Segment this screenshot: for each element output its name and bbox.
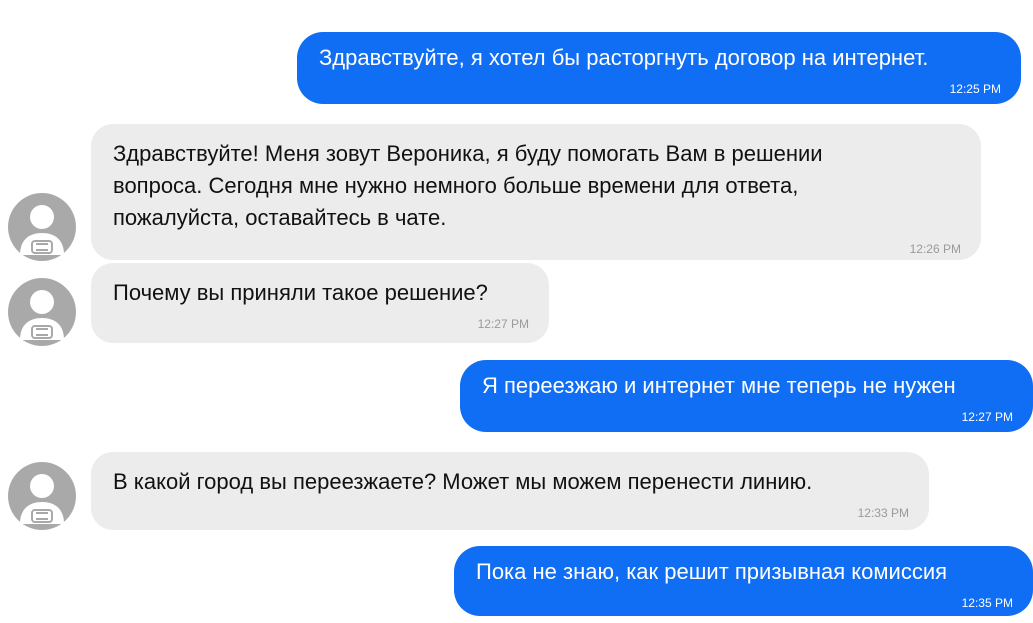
agent-avatar-icon [8,462,76,530]
chat-window: Здравствуйте, я хотел бы расторгнуть дог… [0,0,1033,623]
message-incoming[interactable]: Почему вы приняли такое решение? 12:27 P… [91,263,549,343]
agent-avatar-icon [8,278,76,346]
message-text: Я переезжаю и интернет мне теперь не нуж… [482,373,956,398]
message-outgoing[interactable]: Пока не знаю, как решит призывная комисс… [454,546,1033,616]
message-outgoing[interactable]: Я переезжаю и интернет мне теперь не нуж… [460,360,1033,432]
message-text: Здравствуйте, я хотел бы расторгнуть дог… [319,45,929,70]
message-text: В какой город вы переезжаете? Может мы м… [113,469,813,494]
agent-avatar-icon [8,193,76,261]
message-timestamp: 12:27 PM [961,410,1013,424]
message-incoming[interactable]: Здравствуйте! Меня зовут Вероника, я буд… [91,124,981,260]
message-incoming[interactable]: В какой город вы переезжаете? Может мы м… [91,452,929,530]
message-outgoing[interactable]: Здравствуйте, я хотел бы расторгнуть дог… [297,32,1021,104]
message-timestamp: 12:35 PM [961,596,1013,610]
message-text: Пока не знаю, как решит призывная комисс… [476,559,948,584]
message-timestamp: 12:33 PM [857,506,909,520]
message-timestamp: 12:25 PM [949,82,1001,96]
message-timestamp: 12:26 PM [909,242,961,256]
message-text: Почему вы приняли такое решение? [113,280,488,305]
message-text: Здравствуйте! Меня зовут Вероника, я буд… [113,141,823,230]
message-timestamp: 12:27 PM [477,317,529,331]
